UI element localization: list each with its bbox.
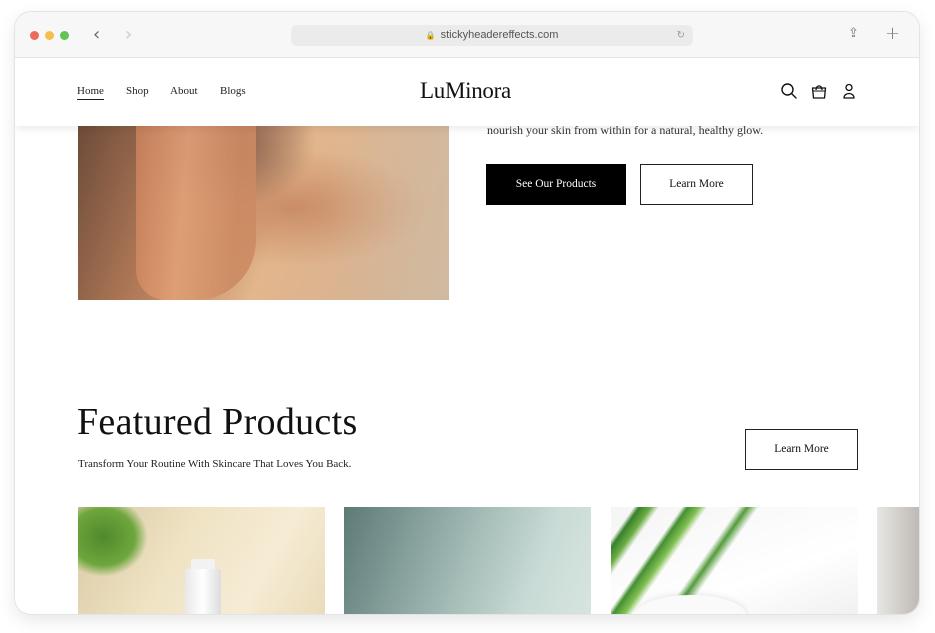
browser-window: ‹ › 🔒 stickyheadereffects.com ↻ ⇪ + nouri… [15,12,919,614]
page-viewport: nourish your skin from within for a natu… [15,58,919,614]
see-our-products-button[interactable]: See Our Products [486,164,626,205]
share-icon[interactable]: ⇪ [848,26,859,41]
product-card[interactable] [611,507,858,614]
lock-icon: 🔒 [425,31,436,40]
featured-learn-more-button[interactable]: Learn More [745,429,858,470]
leaf-decoration [78,507,148,577]
hero-image [78,115,449,300]
bag-icon[interactable] [810,82,828,100]
nav-shop[interactable]: Shop [126,85,149,97]
browser-toolbar: ‹ › 🔒 stickyheadereffects.com ↻ ⇪ + [15,12,919,58]
minimize-window-button[interactable] [45,31,54,40]
featured-products-subtitle: Transform Your Routine With Skincare Tha… [78,458,352,470]
product-bottle [185,569,221,614]
maximize-window-button[interactable] [60,31,69,40]
search-icon[interactable] [780,82,798,100]
new-tab-icon[interactable]: + [885,23,900,44]
featured-products-title: Featured Products [77,401,358,443]
product-card[interactable] [78,507,325,614]
back-arrow-icon[interactable]: ‹ [93,25,100,45]
forward-arrow-icon[interactable]: › [125,25,132,45]
url-text: stickyheadereffects.com [440,29,559,41]
hero-image-shadow [329,115,449,300]
hero-learn-more-button[interactable]: Learn More [640,164,753,205]
nav-home[interactable]: Home [77,85,104,100]
hero-image-hand [136,115,256,300]
user-icon[interactable] [840,82,858,100]
nav-blogs[interactable]: Blogs [220,85,246,97]
nav-about[interactable]: About [170,85,198,97]
reload-icon[interactable]: ↻ [677,25,685,46]
site-logo[interactable]: LuMinora [420,78,511,104]
product-card[interactable] [877,507,919,614]
product-card[interactable] [344,507,591,614]
site-header: Home Shop About Blogs LuMinora [15,58,919,126]
address-bar[interactable]: 🔒 stickyheadereffects.com ↻ [291,25,693,46]
close-window-button[interactable] [30,31,39,40]
